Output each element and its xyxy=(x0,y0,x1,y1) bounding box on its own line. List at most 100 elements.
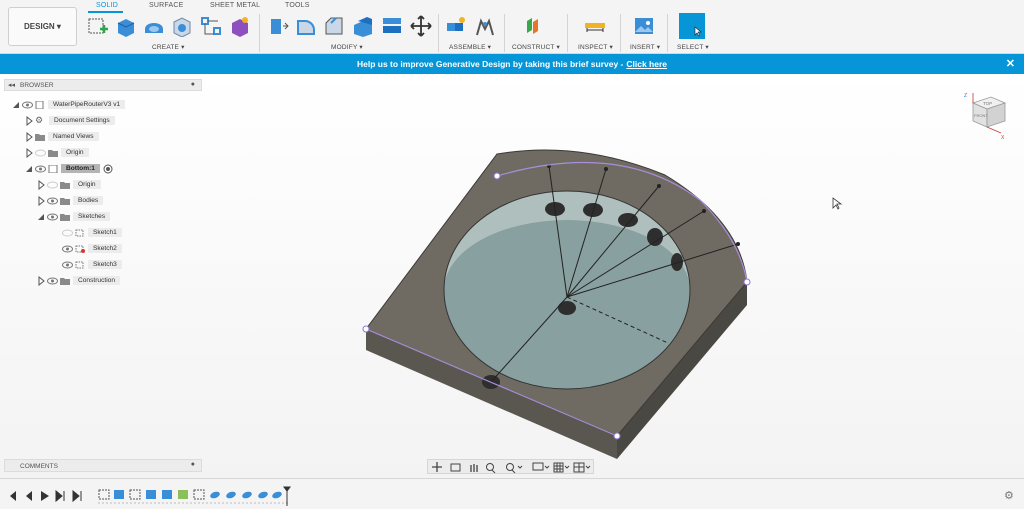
separator xyxy=(620,14,621,52)
fillet-icon[interactable] xyxy=(295,15,317,37)
tree-item-sketch3[interactable]: Sketch3 xyxy=(60,258,122,271)
timeline-controls[interactable] xyxy=(8,489,82,503)
tree-item-sketch1[interactable]: Sketch1 xyxy=(60,226,122,239)
move-icon[interactable] xyxy=(410,15,432,37)
visibility-eye-icon[interactable] xyxy=(62,261,73,269)
pattern-icon[interactable] xyxy=(200,15,222,37)
sketch-warning-icon xyxy=(75,245,85,253)
hole-icon[interactable] xyxy=(171,15,193,37)
chamfer-icon[interactable] xyxy=(323,15,345,37)
visibility-eye-icon[interactable] xyxy=(47,277,58,285)
insert-menu[interactable]: INSERT ▾ xyxy=(630,43,660,51)
tree-item-label: Origin xyxy=(61,148,89,157)
pin-icon[interactable]: ● xyxy=(191,81,195,88)
viewports-icon[interactable] xyxy=(573,462,591,473)
gear-icon[interactable]: ⚙ xyxy=(1004,489,1014,502)
tree-item-label: WaterPipeRouterV3 v1 xyxy=(48,100,126,109)
component-icon xyxy=(48,164,58,173)
view-cube-top-label: TOP xyxy=(983,101,992,106)
orbit-icon[interactable] xyxy=(432,462,442,472)
display-settings-icon[interactable] xyxy=(532,462,550,471)
collapsed-triangle-icon[interactable] xyxy=(37,195,45,206)
canvas-viewport[interactable]: TOP FRONT Z X xyxy=(0,74,1024,478)
hidden-eye-icon[interactable] xyxy=(47,181,58,189)
tree-item-label: Sketch3 xyxy=(88,260,122,269)
tree-item-named-views[interactable]: Named Views xyxy=(25,130,99,143)
modify-menu[interactable]: MODIFY ▾ xyxy=(331,43,363,51)
revolve-icon[interactable] xyxy=(143,15,165,37)
workspace-switcher-button[interactable]: DESIGN ▾ xyxy=(8,7,77,46)
create-menu[interactable]: CREATE ▾ xyxy=(152,43,185,51)
collapsed-triangle-icon[interactable] xyxy=(25,131,33,142)
hidden-eye-icon[interactable] xyxy=(62,229,73,237)
visibility-eye-icon[interactable] xyxy=(22,101,33,109)
offset-plane-icon[interactable] xyxy=(523,15,545,37)
timeline-sketch-icon xyxy=(98,489,110,500)
collapsed-triangle-icon[interactable] xyxy=(25,115,33,126)
collapsed-triangle-icon[interactable] xyxy=(37,275,45,286)
combine-icon[interactable] xyxy=(381,15,403,37)
model-render[interactable] xyxy=(0,74,1024,478)
expanded-triangle-icon[interactable] xyxy=(37,212,45,222)
zoom-icon[interactable] xyxy=(486,463,496,474)
shell-icon[interactable] xyxy=(352,15,374,37)
tree-item-origin[interactable]: Origin xyxy=(37,178,101,191)
view-cube[interactable]: TOP FRONT Z X xyxy=(961,91,1013,143)
add-comment-icon[interactable]: ● xyxy=(191,461,195,468)
new-component-icon[interactable] xyxy=(445,15,467,37)
banner-text: Help us to improve Generative Design by … xyxy=(356,59,624,69)
collapsed-triangle-icon[interactable] xyxy=(25,147,33,158)
pan-icon[interactable] xyxy=(470,464,478,472)
tab-tools[interactable]: TOOLS xyxy=(285,2,310,9)
construct-menu[interactable]: CONSTRUCT ▾ xyxy=(512,43,560,51)
fit-icon[interactable] xyxy=(506,463,523,474)
tab-sheet-metal[interactable]: SHEET METAL xyxy=(210,2,260,9)
insert-image-icon[interactable] xyxy=(633,15,655,37)
survey-link[interactable]: Click here xyxy=(626,59,667,69)
tree-item-bodies[interactable]: Bodies xyxy=(37,194,104,207)
hidden-eye-icon[interactable] xyxy=(35,149,46,157)
close-icon[interactable]: ✕ xyxy=(1006,57,1015,70)
extrude-icon[interactable] xyxy=(115,15,137,37)
document-icon xyxy=(35,100,44,109)
visibility-eye-icon[interactable] xyxy=(35,165,46,173)
tree-item-sketch2[interactable]: Sketch2 xyxy=(60,242,122,255)
tree-item-root[interactable]: WaterPipeRouterV3 v1 xyxy=(12,98,126,111)
measure-icon[interactable] xyxy=(584,15,606,37)
comments-panel-header[interactable]: COMMENTS ● xyxy=(4,459,202,472)
browser-panel-header[interactable]: ◂◂ BROWSER ● xyxy=(4,79,202,91)
separator xyxy=(259,14,260,52)
select-menu[interactable]: SELECT ▾ xyxy=(677,43,709,51)
visibility-eye-icon[interactable] xyxy=(47,213,58,221)
tree-item-origin[interactable]: Origin xyxy=(25,146,89,159)
grid-settings-icon[interactable] xyxy=(553,462,570,473)
assemble-menu[interactable]: ASSEMBLE ▾ xyxy=(449,43,491,51)
collapsed-triangle-icon[interactable] xyxy=(37,179,45,190)
activate-radio-icon[interactable] xyxy=(103,164,113,174)
timeline-features[interactable] xyxy=(98,489,290,504)
browser-title: BROWSER xyxy=(20,82,54,89)
tree-item-construction[interactable]: Construction xyxy=(37,274,121,287)
folder-icon xyxy=(60,181,70,189)
expanded-triangle-icon[interactable] xyxy=(25,164,33,174)
create-sketch-icon[interactable] xyxy=(87,15,109,37)
expanded-triangle-icon[interactable] xyxy=(12,100,20,110)
timeline-marker[interactable] xyxy=(283,486,291,506)
cursor-icon xyxy=(694,26,702,37)
tree-item-bottom-component[interactable]: Bottom:1 xyxy=(25,162,113,175)
comments-title: COMMENTS xyxy=(20,463,58,470)
press-pull-icon[interactable] xyxy=(267,15,289,37)
select-button[interactable] xyxy=(679,13,705,39)
joint-icon[interactable] xyxy=(474,15,496,37)
timeline-combine-icon xyxy=(178,490,188,499)
collapse-icon[interactable]: ◂◂ xyxy=(8,81,15,89)
tree-item-document-settings[interactable]: ⚙ Document Settings xyxy=(25,114,115,127)
create-form-icon[interactable] xyxy=(229,15,251,37)
look-at-icon[interactable] xyxy=(450,463,461,472)
inspect-menu[interactable]: INSPECT ▾ xyxy=(578,43,613,51)
tab-surface[interactable]: SURFACE xyxy=(149,2,183,9)
visibility-eye-icon[interactable] xyxy=(47,197,58,205)
tree-item-sketches[interactable]: Sketches xyxy=(37,210,111,223)
visibility-eye-icon[interactable] xyxy=(62,245,73,253)
tab-solid[interactable]: SOLID xyxy=(96,2,118,9)
